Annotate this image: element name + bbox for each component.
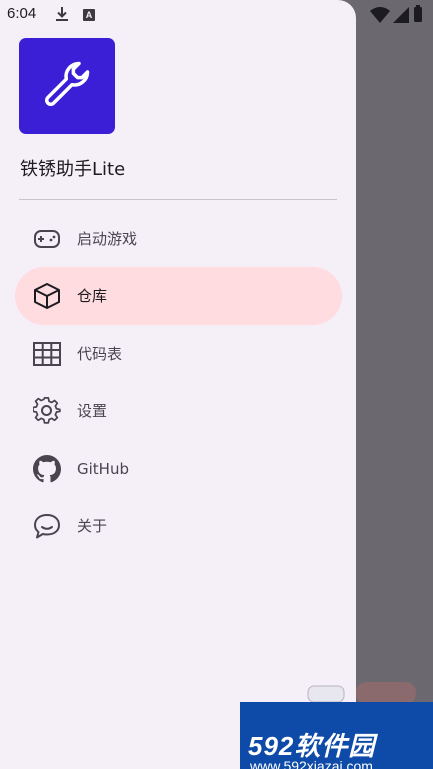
nav-label: 设置 (77, 402, 108, 420)
app-logo (19, 38, 115, 134)
wrench-icon (38, 55, 96, 117)
notification-a-icon: A (83, 9, 95, 21)
watermark: 592软件园 www.592xiazai.com (240, 680, 433, 769)
wifi-icon (370, 7, 390, 27)
chat-bubble-icon (33, 512, 61, 540)
nav-item-github[interactable]: GitHub (15, 440, 342, 498)
nav-label: GitHub (77, 460, 129, 478)
nav-item-repository[interactable]: 仓库 (15, 267, 342, 325)
nav-item-code-table[interactable]: 代码表 (15, 325, 342, 383)
screen: 6:04 A 铁锈助手Lite 启动游戏 仓库 代码表 设置 GitHub 关于… (0, 0, 433, 769)
github-icon (33, 455, 61, 483)
nav-label: 启动游戏 (77, 230, 138, 248)
table-icon (33, 340, 61, 368)
watermark-url: www.592xiazai.com (250, 758, 373, 769)
nav-label: 仓库 (77, 287, 108, 305)
nav-label: 代码表 (77, 345, 123, 363)
gamepad-icon (33, 225, 61, 253)
cube-icon (33, 282, 61, 310)
watermark-badge: 592软件园 www.592xiazai.com (240, 702, 433, 769)
status-time: 6:04 (7, 5, 37, 22)
nav-item-settings[interactable]: 设置 (15, 382, 342, 440)
battery-icon (414, 5, 422, 22)
cell-signal-icon (393, 7, 409, 27)
download-icon (55, 6, 69, 26)
nav-label: 关于 (77, 517, 108, 535)
gear-icon (32, 397, 61, 425)
nav-item-about[interactable]: 关于 (15, 497, 342, 555)
navigation-drawer: 铁锈助手Lite 启动游戏 仓库 代码表 设置 GitHub 关于 (0, 0, 356, 769)
divider (19, 199, 337, 200)
nav-item-launch-game[interactable]: 启动游戏 (15, 210, 342, 268)
app-title: 铁锈助手Lite (20, 159, 126, 180)
status-bar: 6:04 A (0, 0, 433, 30)
